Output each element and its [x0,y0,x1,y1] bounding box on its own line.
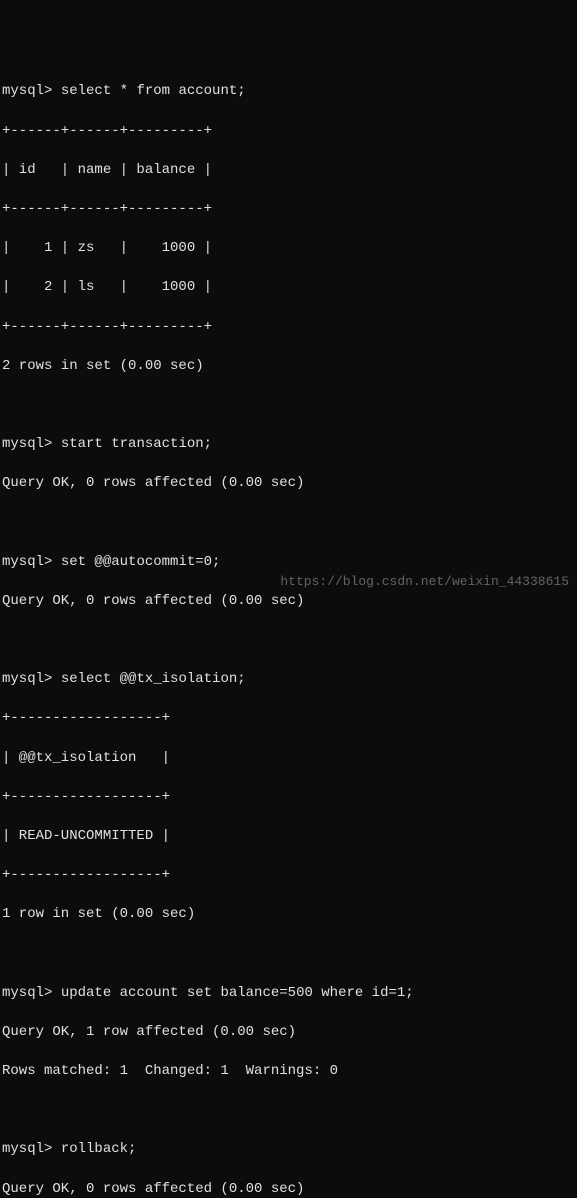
blank-5 [2,1101,575,1121]
mysql-prompt: mysql> [2,671,52,687]
mysql-prompt: mysql> [2,985,52,1001]
update-result-line2: Rows matched: 1 Changed: 1 Warnings: 0 [2,1062,575,1082]
response-3: Query OK, 0 rows affected (0.00 sec) [2,592,575,612]
sql-query-3: set @@autocommit=0; [61,554,221,570]
response-2: Query OK, 0 rows affected (0.00 sec) [2,474,575,494]
table2-footer: 1 row in set (0.00 sec) [2,905,575,925]
table2-header: | @@tx_isolation | [2,749,575,769]
table1-border-bot: +------+------+---------+ [2,318,575,338]
prompt-line-6: mysql> rollback; [2,1140,575,1160]
prompt-line-2: mysql> start transaction; [2,435,575,455]
blank-4 [2,945,575,965]
sql-query-5: update account set balance=500 where id=… [61,985,414,1001]
table1-border-top: +------+------+---------+ [2,122,575,142]
rollback-result: Query OK, 0 rows affected (0.00 sec) [2,1180,575,1198]
table1-border-mid: +------+------+---------+ [2,200,575,220]
table1-footer: 2 rows in set (0.00 sec) [2,357,575,377]
prompt-line-1: mysql> select * from account; [2,82,575,102]
table2-row1: | READ-UNCOMMITTED | [2,827,575,847]
table2-border-mid: +------------------+ [2,788,575,808]
sql-query-2: start transaction; [61,436,212,452]
table1-header: | id | name | balance | [2,161,575,181]
update-result-line1: Query OK, 1 row affected (0.00 sec) [2,1023,575,1043]
sql-query-4: select @@tx_isolation; [61,671,246,687]
sql-query-1: select * from account; [61,83,246,99]
mysql-prompt: mysql> [2,1141,52,1157]
table1-row1: | 1 | zs | 1000 | [2,239,575,259]
table1-row2: | 2 | ls | 1000 | [2,278,575,298]
blank-1 [2,396,575,416]
blank-3 [2,631,575,651]
mysql-prompt: mysql> [2,436,52,452]
mysql-prompt: mysql> [2,554,52,570]
prompt-line-3: mysql> set @@autocommit=0; [2,553,575,573]
blank-2 [2,513,575,533]
sql-query-6: rollback; [61,1141,137,1157]
prompt-line-5: mysql> update account set balance=500 wh… [2,984,575,1004]
prompt-line-4: mysql> select @@tx_isolation; [2,670,575,690]
mysql-prompt: mysql> [2,83,52,99]
table2-border-top: +------------------+ [2,709,575,729]
table2-border-bot: +------------------+ [2,866,575,886]
watermark-text: https://blog.csdn.net/weixin_44338615 [280,573,569,591]
